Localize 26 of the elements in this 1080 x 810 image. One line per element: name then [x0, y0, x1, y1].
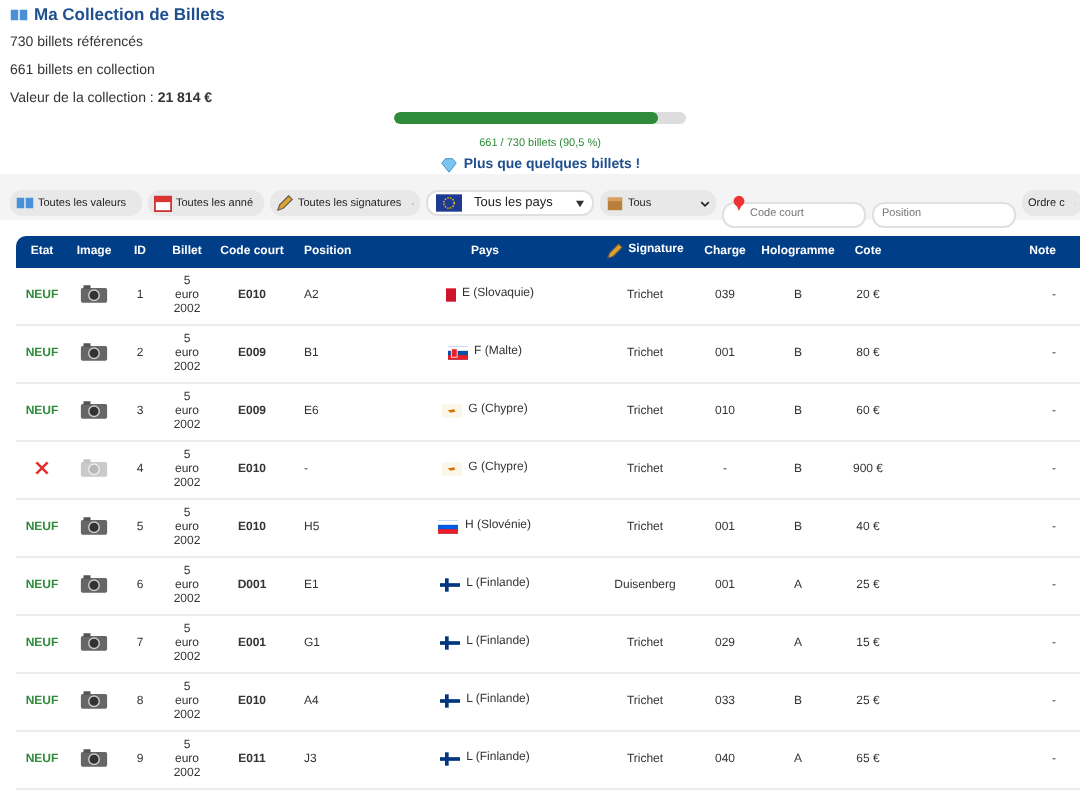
camera-icon[interactable]: [80, 342, 108, 362]
eu-flag-icon: [436, 194, 462, 212]
flag-icon: [440, 577, 461, 591]
pencil-icon: [276, 194, 294, 212]
camera-icon[interactable]: [80, 284, 108, 304]
box-icon: [606, 194, 624, 212]
dropdown-triangle-icon: [576, 199, 584, 207]
page-title: Ma Collection de Billets: [34, 4, 225, 24]
camera-icon[interactable]: [80, 516, 108, 536]
flag-icon: [438, 519, 459, 533]
calendar-icon: [154, 194, 172, 212]
flag-icon: [440, 693, 461, 707]
flag-icon: [440, 751, 461, 765]
pencil-icon: [606, 241, 625, 259]
camera-icon[interactable]: [80, 574, 108, 594]
flag-icon: [442, 403, 463, 417]
camera-icon[interactable]: [80, 690, 108, 710]
banknote-icon: [16, 194, 34, 212]
camera-icon[interactable]: [80, 400, 108, 420]
camera-icon[interactable]: [80, 748, 108, 768]
flag-icon: [442, 461, 463, 475]
banknote-icon: [10, 5, 28, 23]
flag-icon: [448, 345, 468, 359]
flag-icon: [440, 635, 461, 649]
pin-icon: [730, 194, 748, 212]
camera-icon[interactable]: [80, 632, 108, 652]
